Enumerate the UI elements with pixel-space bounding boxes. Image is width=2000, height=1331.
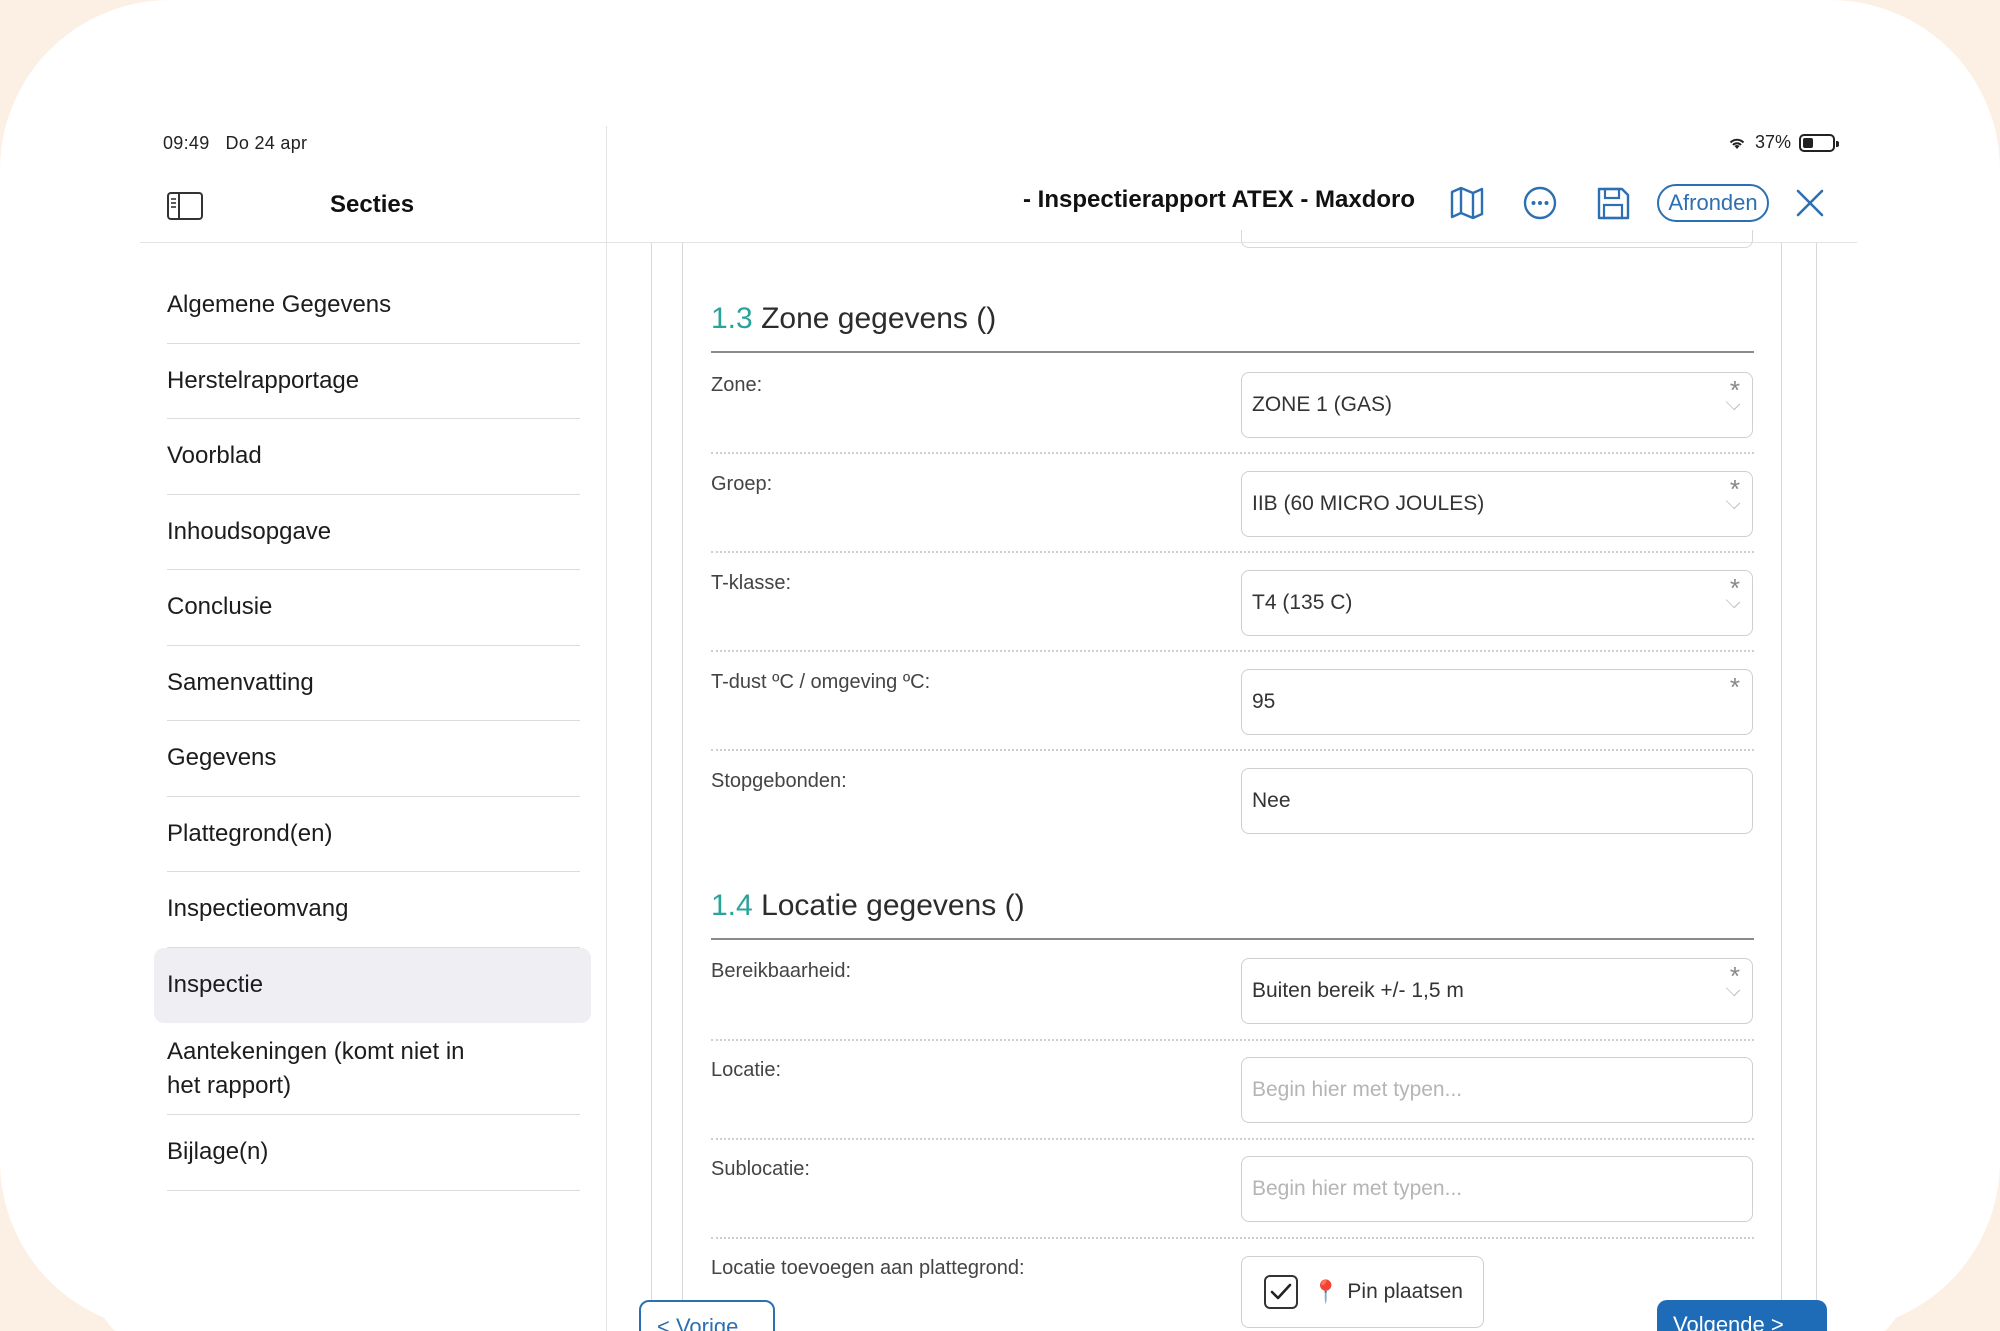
pin-checkbox[interactable]	[1264, 1275, 1298, 1309]
row-divider	[711, 1138, 1754, 1140]
section-heading-locatie: 1.4 Locatie gegevens ()	[711, 889, 1025, 923]
sidebar-header: Secties	[140, 181, 607, 243]
field-label-bereikbaarheid: Bereikbaarheid:	[711, 960, 852, 982]
sidebar-item-inspectieomvang[interactable]: Inspectieomvang	[167, 872, 580, 948]
sidebar-title: Secties	[330, 191, 415, 218]
t-dust-value: 95	[1252, 690, 1276, 713]
sidebar-item-gegevens[interactable]: Gegevens	[167, 721, 580, 797]
groep-value: IIB (60 MICRO JOULES)	[1252, 492, 1485, 515]
row-divider	[711, 452, 1754, 454]
section-heading-zone: 1.3 Zone gegevens ()	[711, 302, 996, 336]
t-klasse-value: T4 (135 C)	[1252, 591, 1353, 614]
section-number: 1.3	[711, 302, 753, 335]
battery-icon	[1799, 133, 1839, 152]
sidebar-item-aantekeningen-label: Aantekeningen (komt niet in het rapport)	[167, 1037, 465, 1099]
previous-field	[1241, 230, 1753, 248]
t-klasse-select[interactable]: T4 (135 C) *	[1241, 570, 1753, 636]
sidebar-item-aantekeningen[interactable]: Aantekeningen (komt niet in het rapport)	[167, 1023, 580, 1115]
zone-value: ZONE 1 (GAS)	[1252, 393, 1393, 416]
stopgebonden-value: Nee	[1252, 789, 1291, 812]
finish-button[interactable]: Afronden	[1657, 184, 1769, 222]
t-dust-input[interactable]: 95 *	[1241, 669, 1753, 735]
sidebar-item-voorblad[interactable]: Voorblad	[167, 419, 580, 495]
sidebar-item-inhoudsopgave[interactable]: Inhoudsopgave	[167, 495, 580, 570]
row-divider	[711, 1237, 1754, 1239]
pin-toggle[interactable]: 📍 Pin plaatsen	[1241, 1256, 1484, 1328]
field-label-groep: Groep:	[711, 473, 773, 495]
map-pin-icon: 📍	[1312, 1279, 1340, 1304]
next-button[interactable]: Volgende >	[1657, 1300, 1827, 1331]
section-number: 1.4	[711, 889, 753, 922]
bereikbaarheid-value: Buiten bereik +/- 1,5 m	[1252, 979, 1464, 1002]
section-title: Zone gegevens ()	[761, 302, 997, 335]
field-label-t-dust: T-dust ºC / omgeving ºC:	[711, 671, 931, 693]
wifi-icon	[1729, 138, 1745, 149]
sidebar-item-plattegronden[interactable]: Plattegrond(en)	[167, 797, 580, 872]
groep-select[interactable]: IIB (60 MICRO JOULES) *	[1241, 471, 1753, 537]
sidebar: Secties Algemene Gegevens Herstelrapport…	[140, 126, 607, 1331]
map-icon[interactable]	[1448, 184, 1486, 222]
close-icon[interactable]	[1791, 184, 1829, 222]
sidebar-item-conclusie[interactable]: Conclusie	[167, 570, 580, 646]
row-divider	[711, 1039, 1754, 1041]
battery-percentage: 37%	[1754, 132, 1791, 152]
stopgebonden-field[interactable]: Nee	[1241, 768, 1753, 834]
field-label-t-klasse: T-klasse:	[711, 572, 792, 594]
row-divider	[711, 650, 1754, 652]
zone-select[interactable]: ZONE 1 (GAS) *	[1241, 372, 1753, 438]
required-icon: *	[1729, 672, 1740, 702]
locatie-input[interactable]: Begin hier met typen...	[1241, 1057, 1753, 1123]
section-divider	[711, 938, 1754, 940]
sidebar-item-herstelrapportage[interactable]: Herstelrapportage	[167, 344, 580, 419]
field-label-stopgebonden: Stopgebonden:	[711, 770, 847, 792]
field-label-locatie: Locatie:	[711, 1059, 782, 1081]
locatie-placeholder: Begin hier met typen...	[1252, 1078, 1463, 1101]
bereikbaarheid-select[interactable]: Buiten bereik +/- 1,5 m *	[1241, 958, 1753, 1024]
field-label-plattegrond: Locatie toevoegen aan plattegrond:	[711, 1257, 1025, 1279]
document-title: - Inspectierapport ATEX - Maxdoro	[1023, 186, 1416, 213]
status-bar-right: 37%	[1727, 132, 1839, 153]
pin-label: Pin plaatsen	[1347, 1280, 1463, 1303]
sublocatie-placeholder: Begin hier met typen...	[1252, 1177, 1463, 1200]
save-icon[interactable]	[1594, 184, 1632, 222]
sidebar-toggle-icon[interactable]	[166, 191, 204, 221]
sidebar-item-algemene-gegevens[interactable]: Algemene Gegevens	[167, 268, 580, 344]
row-divider	[711, 749, 1754, 751]
field-label-sublocatie: Sublocatie:	[711, 1158, 810, 1180]
field-label-zone: Zone:	[711, 374, 763, 396]
sidebar-item-bijlagen[interactable]: Bijlage(n)	[167, 1115, 580, 1191]
more-icon[interactable]	[1521, 184, 1559, 222]
section-nav-list: Algemene Gegevens Herstelrapportage Voor…	[140, 268, 607, 1191]
section-divider	[711, 351, 1754, 353]
section-title: Locatie gegevens ()	[761, 889, 1025, 922]
sublocatie-input[interactable]: Begin hier met typen...	[1241, 1156, 1753, 1222]
previous-button[interactable]: < Vorige	[639, 1300, 775, 1331]
row-divider	[711, 551, 1754, 553]
sidebar-item-inspectie[interactable]: Inspectie	[154, 947, 591, 1023]
sidebar-item-samenvatting[interactable]: Samenvatting	[167, 646, 580, 721]
battery-level	[1803, 137, 1814, 148]
checkmark-icon	[1270, 1283, 1292, 1300]
